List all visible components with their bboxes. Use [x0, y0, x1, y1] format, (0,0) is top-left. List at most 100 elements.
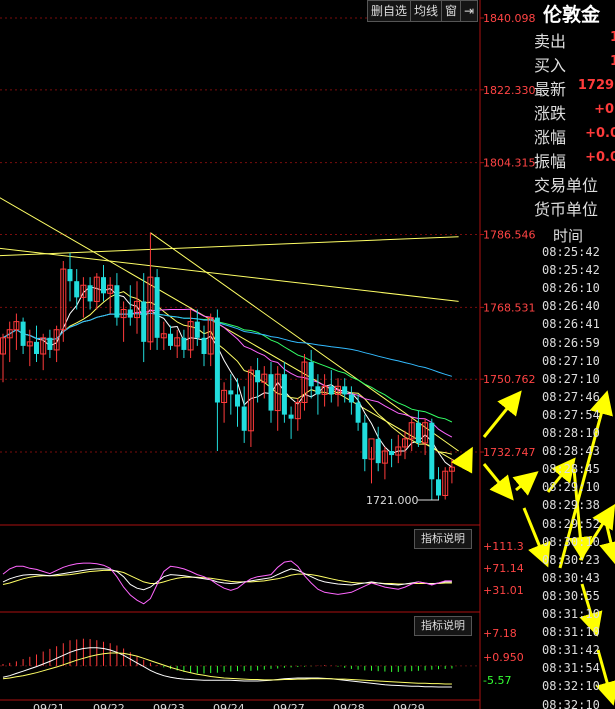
tick-time: 08:30:10: [542, 534, 600, 549]
quote-label: 卖出: [534, 32, 567, 51]
tick-time: 08:32:10: [542, 679, 600, 694]
moving-average-lines: [2, 286, 453, 468]
quote-value: 1: [609, 30, 615, 45]
candle-body: [141, 301, 147, 342]
quote-value: +0.: [594, 102, 615, 117]
price-tick-label: 1732.747: [483, 446, 536, 459]
indicator-panel-2: +7.18 +0.950 -5.57: [0, 627, 524, 688]
date-tick-label: 09/24: [213, 702, 245, 709]
tick-time: 08:27:54: [542, 407, 600, 422]
quote-label: 货币单位: [534, 200, 599, 219]
expand-icon[interactable]: ⇥: [460, 0, 479, 22]
quote-value: 1: [609, 54, 615, 69]
price-tick-label: 1768.531: [483, 301, 536, 314]
indicator-help-button-2[interactable]: 指标说明: [414, 616, 472, 636]
tick-time: 08:31:42: [542, 643, 600, 658]
tick-time: 08:29:38: [542, 498, 600, 513]
candle-body: [201, 337, 207, 354]
candle-body: [389, 451, 395, 456]
candle-body: [154, 277, 160, 338]
quote-sidebar: 伦敦金 卖出 1 买入 1 最新 1729. 涨跌 +0. 涨幅 +0.0 振幅 +0.0 交易单位货币…: [531, 0, 615, 709]
date-tick-label: 09/22: [93, 702, 125, 709]
candle-body: [288, 414, 294, 419]
tick-time: 08:29:10: [542, 480, 600, 495]
candle-body: [348, 394, 354, 403]
trend-line: [150, 232, 459, 452]
instrument-title: 伦敦金: [543, 4, 601, 26]
indicator1-tick-label: +111.3: [483, 540, 524, 553]
candle-body: [241, 406, 247, 431]
candle-body: [67, 269, 73, 282]
indicator2-tick-label: -5.57: [483, 674, 511, 687]
price-tick-label: 1822.330: [483, 84, 536, 97]
tick-time: 08:30:43: [542, 570, 600, 585]
quote-label: 买入: [534, 56, 567, 75]
quote-label: 交易单位: [534, 176, 599, 195]
indicator2-tick-label: +0.950: [483, 651, 524, 664]
kline-chart[interactable]: 1840.098 1822.330 1804.315 1786.546 1768.531…: [0, 0, 615, 709]
tick-time: 08:30:23: [542, 552, 600, 567]
candle-body: [362, 422, 368, 460]
price-axis: 1840.098 1822.330 1804.315 1786.546 1768.531…: [480, 12, 536, 459]
window-button[interactable]: 窗: [441, 0, 462, 22]
quote-label: 最新: [534, 80, 567, 99]
quote-label: 涨跌: [534, 104, 567, 123]
low-price-label: 1721.000: [366, 494, 419, 507]
projection-arrow: [482, 463, 514, 501]
tick-time: 08:27:10: [542, 353, 600, 368]
date-tick-label: 09/28: [333, 702, 365, 709]
tick-time: 08:28:45: [542, 462, 600, 477]
candle-body: [308, 362, 314, 387]
candle-body: [228, 390, 234, 395]
date-tick-label: 09/21: [33, 702, 65, 709]
indicator1-tick-label: +71.14: [483, 562, 524, 575]
price-grid: [0, 0, 481, 709]
candle-body: [429, 422, 435, 480]
low-annotation: 1721.000: [366, 494, 439, 507]
tick-time: 08:29:52: [542, 516, 600, 531]
price-tick-label: 1786.546: [483, 229, 536, 242]
projection-arrow: [450, 446, 473, 474]
candle-body: [214, 317, 220, 403]
tick-time: 08:32:10: [542, 697, 600, 709]
candle-body: [235, 394, 240, 407]
quote-value: +0.0: [585, 150, 615, 165]
candle-body: [268, 374, 274, 411]
candle-body: [355, 402, 361, 423]
indicator-line: [2, 560, 452, 605]
price-tick-label: 1804.315: [483, 157, 536, 170]
tick-time: 08:26:10: [542, 281, 600, 296]
quote-label: 涨幅: [534, 128, 567, 147]
tick-time: 08:31:10: [542, 625, 600, 640]
indicator1-tick-label: +31.01: [483, 584, 524, 597]
candle-body: [255, 370, 261, 383]
trend-line: [0, 236, 459, 257]
tick-time: 08:26:59: [542, 335, 600, 350]
quote-label: 振幅: [534, 152, 567, 171]
projection-arrow: [482, 390, 522, 438]
candle-body: [181, 337, 187, 350]
chart-toolbar: 删自选 均线 窗 ⇥: [367, 0, 479, 22]
tick-time: 08:31:54: [542, 661, 600, 676]
quote-value: 1729.: [577, 78, 615, 93]
tick-time: 08:28:10: [542, 426, 600, 440]
remove-favorite-button[interactable]: 删自选: [367, 0, 412, 22]
moving-average-button[interactable]: 均线: [410, 0, 443, 22]
tick-time: 08:31:10: [542, 607, 600, 621]
candle-body: [127, 309, 133, 318]
ma10-line: [2, 291, 453, 455]
date-tick-label: 09/29: [393, 702, 425, 709]
tick-time: 08:30:55: [542, 588, 600, 603]
date-axis: 09/21 09/22 09/23 09/24 09/27 09/28 09/29: [33, 702, 425, 709]
ma20-line: [2, 308, 453, 438]
indicator-help-button-1[interactable]: 指标说明: [414, 529, 472, 549]
candle-body: [315, 386, 321, 395]
candle-body: [281, 374, 287, 415]
date-tick-label: 09/27: [273, 702, 305, 709]
candle-body: [328, 386, 334, 395]
candle-body: [74, 281, 80, 298]
tick-time: 08:28:43: [542, 444, 600, 459]
indicator-panel-1: +111.3 +71.14 +31.01: [2, 540, 524, 605]
quote-value: +0.0: [585, 126, 615, 141]
trend-lines: [0, 197, 459, 464]
